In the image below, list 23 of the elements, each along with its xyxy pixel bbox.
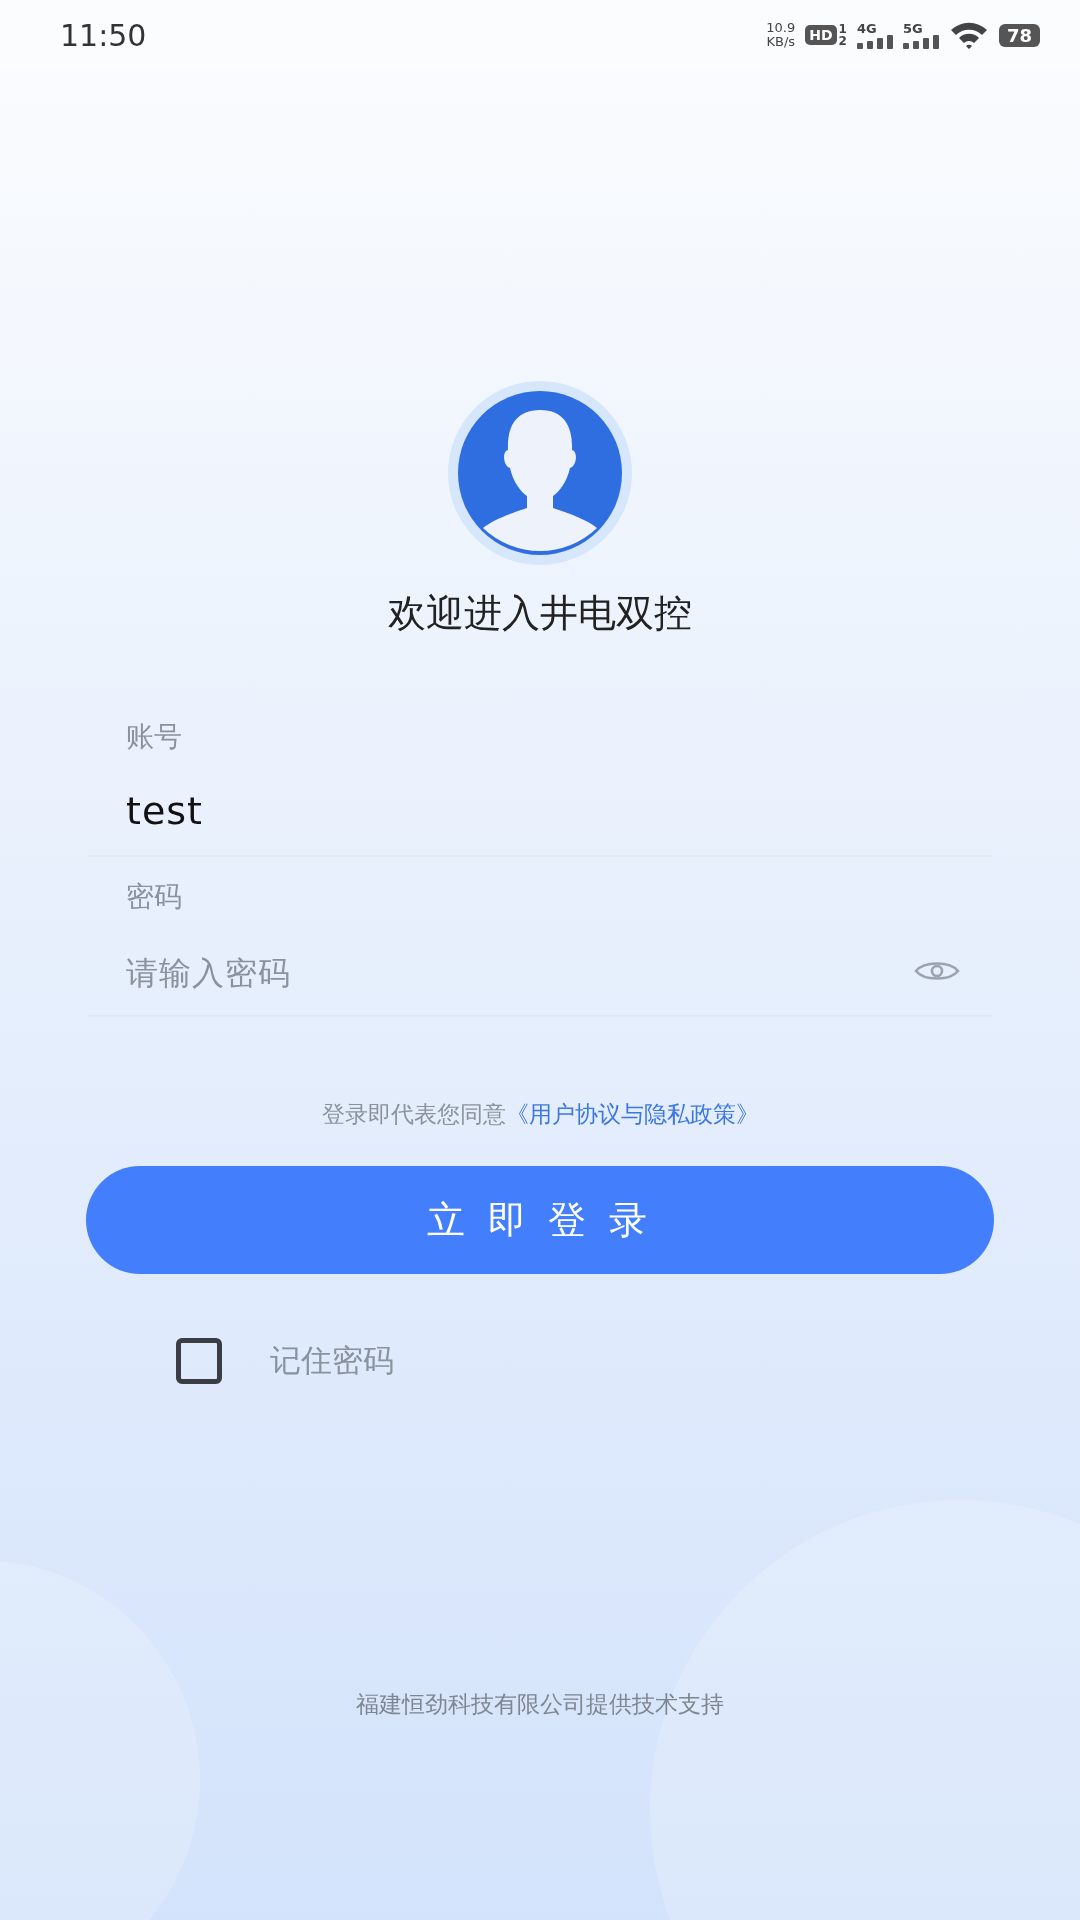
agreement-text: 登录即代表您同意《用户协议与隐私政策》	[321, 1100, 759, 1129]
network-speed: 10.9	[766, 21, 796, 35]
status-time: 11:50	[60, 17, 147, 53]
password-field[interactable]: 请输入密码	[126, 949, 914, 993]
remember-checkbox[interactable]	[176, 1338, 222, 1384]
battery-icon: 78	[998, 23, 1040, 47]
field-label: 密码	[125, 879, 183, 915]
agreement-link[interactable]: 《用户协议与隐私政策》	[505, 1101, 759, 1127]
signal-icon	[856, 34, 893, 49]
login-button[interactable]: 立即登录	[86, 1166, 994, 1274]
footer-text: 福建恒劲科技有限公司提供技术支持	[356, 1690, 724, 1719]
hd-badge: HD	[805, 25, 837, 45]
remember-label[interactable]: 记住密码	[270, 1340, 394, 1382]
field-label: 账号	[125, 719, 183, 755]
account-field[interactable]: test	[126, 789, 960, 833]
signal-icon	[902, 34, 939, 49]
sim-number: 1	[838, 23, 847, 35]
network-type: 5G	[902, 21, 923, 35]
network-type: 4G	[856, 21, 877, 35]
avatar-icon	[447, 380, 633, 566]
welcome-title: 欢迎进入井电双控	[388, 590, 692, 637]
network-speed-unit: KB/s	[766, 35, 796, 49]
sim-number: 2	[838, 35, 847, 47]
